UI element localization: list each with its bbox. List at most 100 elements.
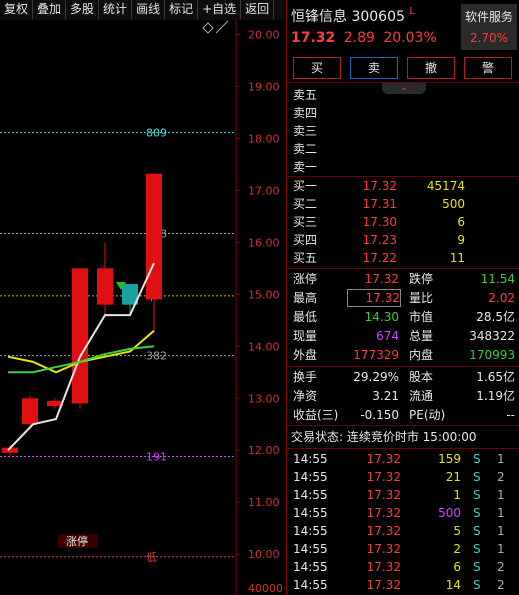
stat-value: 674 bbox=[376, 329, 399, 343]
level-volume: 6 bbox=[457, 215, 465, 229]
stat-label: 内盘 bbox=[409, 348, 434, 362]
tick-row[interactable]: 14:55 17.32 2 S 1 bbox=[287, 540, 519, 558]
fib-level-label: 382 bbox=[146, 350, 167, 363]
toolbar-button[interactable]: 复权 bbox=[0, 0, 34, 19]
tick-row[interactable]: 14:55 17.32 159 S 1 bbox=[287, 450, 519, 468]
stat-label: 最低 bbox=[293, 310, 318, 324]
y-tick-label: 18.00 bbox=[248, 132, 280, 145]
candle-body bbox=[72, 268, 88, 404]
fundamental-row: 收益(三) -0.150 PE(动) -- bbox=[287, 406, 519, 424]
stat-value: 1.65亿 bbox=[476, 370, 515, 384]
tick-volume: 2 bbox=[453, 542, 461, 556]
stat-label: 外盘 bbox=[293, 348, 318, 362]
stat-value: 14.30 bbox=[364, 310, 399, 324]
tick-row[interactable]: 14:55 17.32 5 S 1 bbox=[287, 522, 519, 540]
toolbar-button[interactable]: +自选 bbox=[198, 0, 242, 19]
level-price: 17.32 bbox=[362, 179, 397, 193]
buy-level-row: 买一 17.32 45174 bbox=[287, 177, 519, 195]
y-tick-label: 12.00 bbox=[248, 444, 280, 457]
stat-value: 17.32 bbox=[364, 272, 399, 286]
stat-row: 现量 674 总量 348322 bbox=[287, 327, 519, 345]
toolbar-button[interactable]: 多股 bbox=[66, 0, 100, 19]
sell-level-row: 卖一 bbox=[287, 158, 519, 176]
stat-value: 2.02 bbox=[488, 291, 515, 305]
divider bbox=[287, 425, 519, 426]
tick-price: 17.32 bbox=[366, 578, 401, 592]
stat-label: 量比 bbox=[409, 291, 434, 305]
stat-value: 17.32 bbox=[347, 289, 401, 307]
stat-value: 170993 bbox=[469, 348, 515, 362]
level-label: 买三 bbox=[293, 215, 318, 229]
stat-label: 跌停 bbox=[409, 272, 434, 286]
fundamental-row: 净资 3.21 流通 1.19亿 bbox=[287, 387, 519, 405]
tick-side: S bbox=[473, 506, 481, 520]
stat-label: 换手 bbox=[293, 370, 318, 384]
stat-label: 涨停 bbox=[293, 272, 318, 286]
toolbar-button[interactable]: 画线 bbox=[132, 0, 166, 19]
stat-label: 总量 bbox=[409, 329, 434, 343]
tick-time: 14:55 bbox=[293, 470, 328, 484]
tick-time: 14:55 bbox=[293, 542, 328, 556]
tick-time: 14:55 bbox=[293, 524, 328, 538]
level-volume: 9 bbox=[457, 233, 465, 247]
tick-volume: 14 bbox=[445, 578, 461, 592]
tick-row[interactable]: 14:55 17.32 500 S 1 bbox=[287, 504, 519, 522]
tick-volume: 1 bbox=[453, 488, 461, 502]
alert-button[interactable]: 警 bbox=[464, 57, 512, 79]
toolbar: 复权 叠加 多股 统计 画线 标记 +自选 返回 bbox=[0, 0, 284, 20]
quote-panel: 恒锋信息 300605 L 17.32 2.89 20.03% 软件服务 2.7… bbox=[286, 0, 519, 595]
stat-value: 1.19亿 bbox=[476, 389, 515, 403]
stat-value: -- bbox=[506, 408, 515, 422]
sector-box[interactable]: 软件服务 2.70% bbox=[461, 4, 517, 50]
level-label: 卖三 bbox=[293, 124, 318, 138]
tick-row[interactable]: 14:55 17.32 1 S 1 bbox=[287, 486, 519, 504]
tick-volume: 159 bbox=[438, 452, 461, 466]
stat-label: 市值 bbox=[409, 310, 434, 324]
kline-svg[interactable]: 20.00 19.00 18.00 17.00 16.00 15.00 14.00 13.00… bbox=[0, 20, 284, 595]
tick-count: 1 bbox=[497, 524, 505, 538]
tick-count: 1 bbox=[497, 506, 505, 520]
stat-row: 涨停 17.32 跌停 11.54 bbox=[287, 270, 519, 288]
tick-price: 17.32 bbox=[366, 470, 401, 484]
tick-side: S bbox=[473, 560, 481, 574]
toolbar-button[interactable]: 叠加 bbox=[33, 0, 67, 19]
stat-value: 348322 bbox=[469, 329, 515, 343]
sell-level-row: 卖四 bbox=[287, 104, 519, 122]
level-label: 买四 bbox=[293, 233, 318, 247]
sell-button[interactable]: 卖 bbox=[350, 57, 398, 79]
candle-body bbox=[22, 398, 38, 425]
cancel-button[interactable]: 撤 bbox=[407, 57, 455, 79]
level-price: 17.22 bbox=[362, 251, 397, 265]
fib-level-label: 809 bbox=[146, 127, 167, 140]
divider bbox=[287, 448, 519, 449]
level-label: 卖四 bbox=[293, 106, 318, 120]
sell-level-row: 卖二 bbox=[287, 140, 519, 158]
tick-price: 17.32 bbox=[366, 524, 401, 538]
level-price: 17.31 bbox=[362, 197, 397, 211]
tick-count: 2 bbox=[497, 578, 505, 592]
level-label: 买五 bbox=[293, 251, 318, 265]
tick-count: 2 bbox=[497, 560, 505, 574]
y-tick-label: 20.00 bbox=[248, 28, 280, 41]
y-tick-label: 17.00 bbox=[248, 184, 280, 197]
tick-side: S bbox=[473, 578, 481, 592]
sector-pct: 2.70% bbox=[469, 31, 509, 45]
kline-chart[interactable]: 20.00 19.00 18.00 17.00 16.00 15.00 14.00 13.00… bbox=[0, 20, 284, 595]
tick-row[interactable]: 14:55 17.32 21 S 2 bbox=[287, 468, 519, 486]
stat-row: 最低 14.30 市值 28.5亿 bbox=[287, 308, 519, 326]
level-volume: 500 bbox=[442, 197, 465, 211]
buy-button[interactable]: 买 bbox=[293, 57, 341, 79]
tick-time: 14:55 bbox=[293, 560, 328, 574]
tick-row[interactable]: 14:55 17.32 14 S 2 bbox=[287, 576, 519, 594]
stat-value: -0.150 bbox=[360, 408, 399, 422]
toolbar-button[interactable]: 统计 bbox=[99, 0, 133, 19]
toolbar-button[interactable]: 返回 bbox=[241, 0, 275, 19]
tick-row[interactable]: 14:55 17.32 6 S 2 bbox=[287, 558, 519, 576]
price-change-pct: 20.03% bbox=[383, 30, 437, 46]
volume-axis-label: 40000 bbox=[248, 582, 283, 595]
toolbar-button[interactable]: 标记 bbox=[165, 0, 199, 19]
tick-price: 17.32 bbox=[366, 506, 401, 520]
tick-side: S bbox=[473, 524, 481, 538]
stat-label: 净资 bbox=[293, 389, 318, 403]
fib-level-label: 低 bbox=[146, 551, 157, 564]
